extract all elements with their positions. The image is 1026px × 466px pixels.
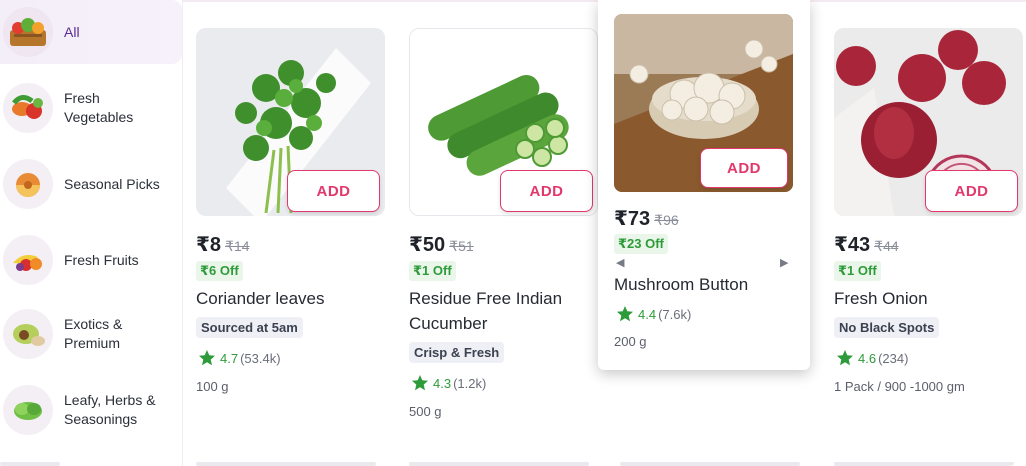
price: ₹50 [409,234,446,256]
sidebar-item-label: Fresh Fruits [64,251,139,268]
rating: 4.4 (7.6k) [616,305,691,323]
product-name[interactable]: Mushroom Button [614,272,804,297]
discount-badge: ₹6 Off [196,261,243,281]
rating-value: 4.6 [858,350,877,366]
sidebar-item-fresh-vegetables[interactable]: Fresh Vegetables [0,82,182,134]
star-icon [412,375,428,391]
add-button[interactable]: ADD [500,170,593,212]
quantity: 200 g [614,334,647,349]
star-icon [617,306,633,322]
discount-badge: ₹1 Off [409,261,456,281]
product-listing-frame: All Fresh Vegetables Seasonal Picks Fres… [0,0,1026,466]
add-button[interactable]: ADD [287,170,380,212]
sidebar-item-fresh-fruits[interactable]: Fresh Fruits [0,234,182,286]
next-row-card-stub [196,462,376,466]
avocado-icon [3,309,53,359]
sidebar-item-all[interactable]: All [0,0,182,64]
rating-count: (234) [878,350,909,366]
sidebar-item-label: Exotics & Premium [64,316,123,351]
product-tag: Crisp & Fresh [409,342,505,363]
sidebar-item-leafy-herbs[interactable]: Leafy, Herbs & Seasonings [0,384,182,436]
melon-icon [3,159,53,209]
product-name[interactable]: Coriander leaves [196,286,386,311]
rating: 4.6 (234) [836,349,908,367]
category-sidebar: All Fresh Vegetables Seasonal Picks Fres… [0,0,183,466]
vegetables-icon [3,83,53,133]
carousel-next-icon[interactable]: ▶ [780,256,788,269]
discount-badge: ₹23 Off [614,234,668,254]
grocery-basket-icon [3,7,53,57]
carousel-prev-icon[interactable]: ◀ [616,256,624,269]
sidebar-item-seasonal-picks[interactable]: Seasonal Picks [0,158,182,210]
fruits-icon [3,235,53,285]
star-icon [199,350,215,366]
sidebar-next-item-stub [0,462,60,466]
quantity: 1 Pack / 900 -1000 gm [834,379,965,394]
price: ₹73 [614,208,651,230]
product-name[interactable]: Fresh Onion [834,286,1024,311]
price-row: ₹8 ₹14 [196,232,250,257]
rating-count: (1.2k) [453,375,487,391]
add-button[interactable]: ADD [700,148,788,188]
sidebar-item-exotics-premium[interactable]: Exotics & Premium [0,308,182,360]
mrp: ₹44 [874,238,899,254]
next-row-card-stub [834,462,1014,466]
product-tag: No Black Spots [834,317,940,338]
product-card-mushroom[interactable]: ADD ₹73 ₹96 ₹23 Off ◀ ▶ Mushroom Button … [598,0,810,370]
mrp: ₹51 [449,238,474,254]
price-row: ₹43 ₹44 [834,232,899,257]
price-row: ₹73 ₹96 [614,206,679,231]
sidebar-item-label: Seasonal Picks [64,175,160,192]
price: ₹43 [834,234,871,256]
rating-value: 4.7 [220,350,239,366]
next-row-card-stub [620,462,800,466]
price-row: ₹50 ₹51 [409,232,474,257]
price: ₹8 [196,234,222,256]
product-tag: Sourced at 5am [196,317,303,338]
discount-badge: ₹1 Off [834,261,881,281]
sidebar-item-label: Fresh Vegetables [64,90,134,125]
rating: 4.7 (53.4k) [198,349,281,367]
mrp: ₹14 [225,238,250,254]
quantity: 100 g [196,379,229,394]
quantity: 500 g [409,404,442,419]
lettuce-icon [3,385,53,435]
product-name[interactable]: Residue Free Indian Cucumber [409,286,599,336]
star-icon [837,350,853,366]
rating-count: (53.4k) [240,350,281,366]
rating-count: (7.6k) [658,306,692,322]
next-row-card-stub [409,462,589,466]
add-button[interactable]: ADD [925,170,1018,212]
sidebar-item-label: All [64,23,80,40]
rating-value: 4.4 [638,306,657,322]
rating-value: 4.3 [433,375,452,391]
mrp: ₹96 [654,212,679,228]
sidebar-item-label: Leafy, Herbs & Seasonings [64,392,156,427]
rating: 4.3 (1.2k) [411,374,486,392]
